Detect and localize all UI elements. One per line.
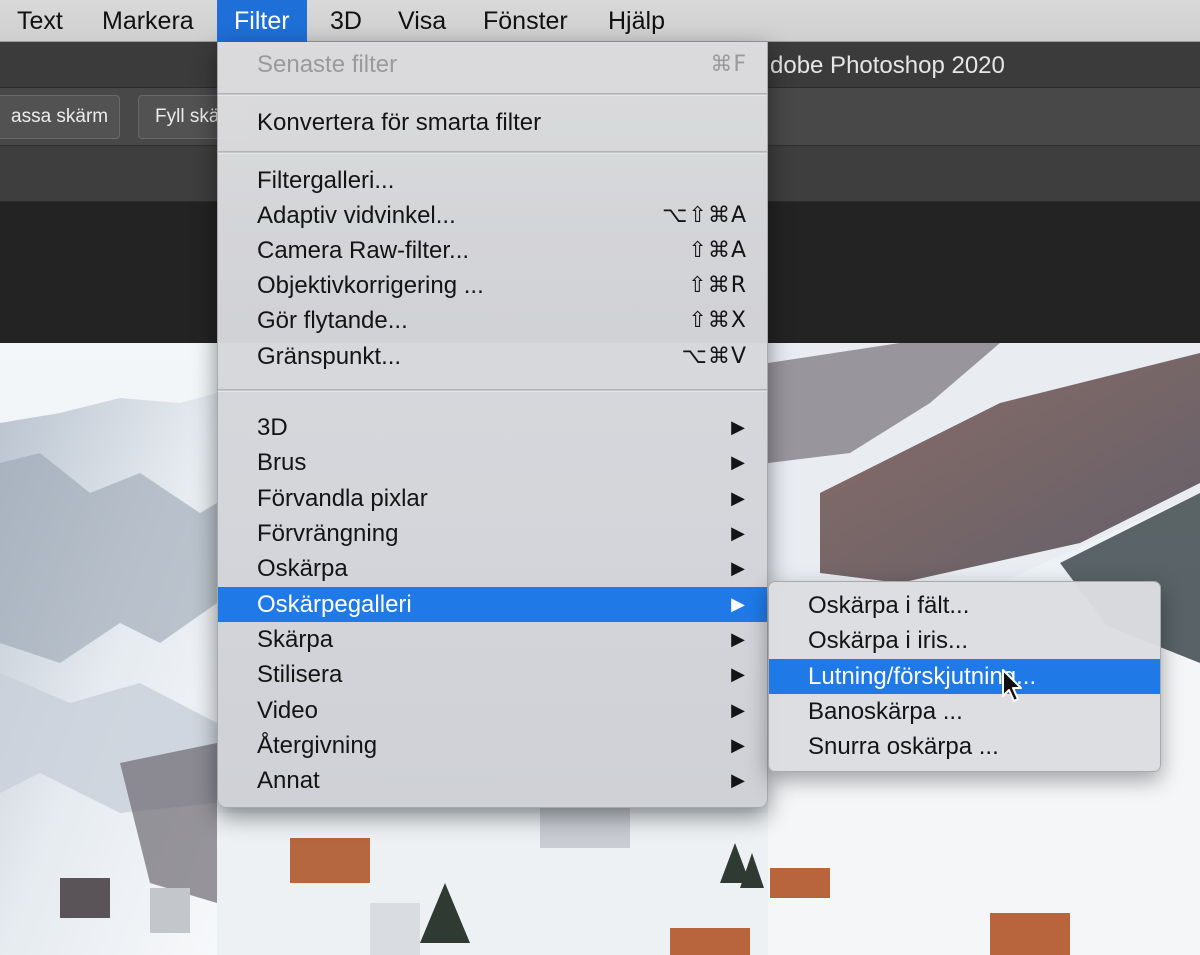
submenu-arrow-icon: ▶ [731,594,745,614]
menu-item-label: Filtergalleri... [257,167,395,194]
submenu-item-iris-blur[interactable]: Oskärpa i iris... [769,623,1160,658]
menu-item-label: Skärpa [257,626,334,653]
menu-item-noise[interactable]: Brus ▶ [218,445,767,480]
menu-filter[interactable]: Filter [217,0,307,42]
fit-screen-button[interactable]: assa skärm [0,95,120,139]
menu-bar: Text Markera Filter 3D Visa Fönster Hjäl… [0,0,1200,42]
shortcut-label: ⌥⌘V [681,344,747,369]
shortcut-label: ⌥⇧⌘A [662,203,747,228]
blur-gallery-submenu: Oskärpa i fält... Oskärpa i iris... Lutn… [768,581,1161,772]
menu-item-filter-gallery[interactable]: Filtergalleri... [218,163,767,198]
window-title: dobe Photoshop 2020 [770,52,1005,79]
menu-item-other[interactable]: Annat ▶ [218,763,767,798]
submenu-arrow-icon: ▶ [731,558,745,578]
menu-item-label: Förvrängning [257,520,399,547]
menu-item-label: Annat [257,767,320,794]
menu-item-label: Oskärpegalleri [257,591,412,618]
menu-item-label: Oskärpa [257,555,348,582]
menu-item-label: Senaste filter [257,51,398,78]
menu-item-label: Banoskärpa ... [808,698,963,725]
menu-text[interactable]: Text [0,0,80,42]
menu-item-adaptive-wide-angle[interactable]: Adaptiv vidvinkel... ⌥⇧⌘A [218,198,767,233]
menu-item-3d[interactable]: 3D ▶ [218,410,767,445]
menu-item-label: Stilisera [257,661,343,688]
menu-item-render[interactable]: Återgivning ▶ [218,728,767,763]
menu-item-label: Gör flytande... [257,307,408,334]
menu-item-last-filter: Senaste filter ⌘F [218,47,767,82]
menu-item-label: Gränspunkt... [257,343,402,370]
shortcut-label: ⇧⌘R [688,273,747,298]
menu-item-camera-raw[interactable]: Camera Raw-filter... ⇧⌘A [218,233,767,268]
menu-item-label: Objektivkorrigering ... [257,272,484,299]
submenu-arrow-icon: ▶ [731,488,745,508]
submenu-item-field-blur[interactable]: Oskärpa i fält... [769,588,1160,623]
submenu-arrow-icon: ▶ [731,664,745,684]
mouse-pointer-icon [1002,669,1022,702]
menu-item-stylize[interactable]: Stilisera ▶ [218,657,767,692]
menu-item-label: Oskärpa i fält... [808,592,970,619]
menu-hjalp[interactable]: Hjälp [591,0,682,42]
menu-item-video[interactable]: Video ▶ [218,693,767,728]
filter-menu: Senaste filter ⌘F Konvertera för smarta … [217,42,768,808]
submenu-arrow-icon: ▶ [731,735,745,755]
submenu-arrow-icon: ▶ [731,452,745,472]
menu-visa[interactable]: Visa [381,0,463,42]
menu-separator [218,389,767,392]
menu-item-distort[interactable]: Förvrängning ▶ [218,516,767,551]
menu-item-blur[interactable]: Oskärpa ▶ [218,551,767,586]
submenu-item-path-blur[interactable]: Banoskärpa ... [769,694,1160,729]
menu-item-label: Oskärpa i iris... [808,627,969,654]
menu-item-label: Brus [257,449,307,476]
menu-item-label: Konvertera för smarta filter [257,109,542,136]
submenu-arrow-icon: ▶ [731,523,745,543]
submenu-item-tilt-shift[interactable]: Lutning/förskjutning... [769,659,1160,694]
submenu-arrow-icon: ▶ [731,770,745,790]
menu-item-vanishing-point[interactable]: Gränspunkt... ⌥⌘V [218,339,767,374]
menu-3d[interactable]: 3D [313,0,379,42]
menu-item-liquify[interactable]: Gör flytande... ⇧⌘X [218,303,767,338]
menu-item-label: Förvandla pixlar [257,485,428,512]
menu-separator [218,93,767,96]
shortcut-label: ⇧⌘X [688,308,747,333]
shortcut-label: ⌘F [710,52,747,77]
menu-item-pixelate[interactable]: Förvandla pixlar ▶ [218,481,767,516]
submenu-arrow-icon: ▶ [731,417,745,437]
submenu-arrow-icon: ▶ [731,700,745,720]
menu-item-label: 3D [257,414,288,441]
menu-markera[interactable]: Markera [85,0,211,42]
submenu-item-spin-blur[interactable]: Snurra oskärpa ... [769,729,1160,764]
menu-item-lens-correction[interactable]: Objektivkorrigering ... ⇧⌘R [218,268,767,303]
menu-item-label: Snurra oskärpa ... [808,733,999,760]
menu-item-convert-smart-filters[interactable]: Konvertera för smarta filter [218,105,767,140]
menu-item-label: Camera Raw-filter... [257,237,470,264]
menu-separator [218,151,767,154]
menu-item-label: Återgivning [257,732,378,759]
menu-fonster[interactable]: Fönster [466,0,585,42]
menu-item-label: Video [257,697,318,724]
submenu-arrow-icon: ▶ [731,629,745,649]
menu-item-sharpen[interactable]: Skärpa ▶ [218,622,767,657]
menu-item-blur-gallery[interactable]: Oskärpegalleri ▶ [218,587,767,622]
menu-item-label: Adaptiv vidvinkel... [257,202,456,229]
shortcut-label: ⇧⌘A [688,238,747,263]
